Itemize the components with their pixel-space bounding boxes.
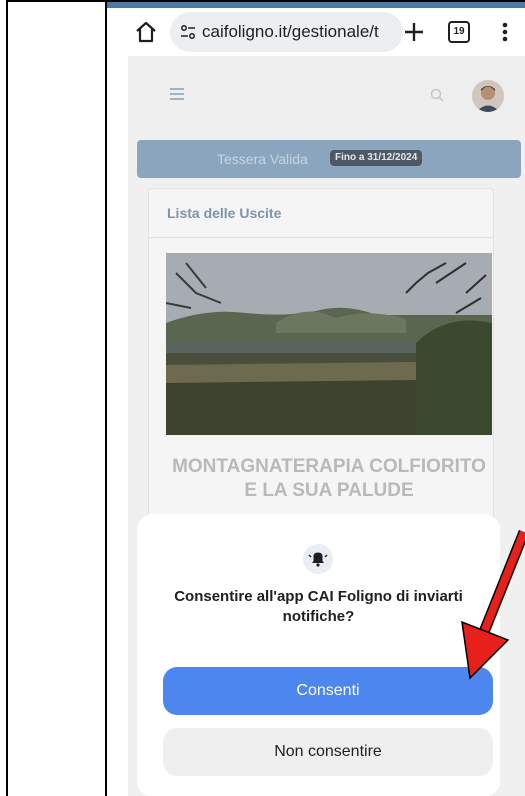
- tab-switcher-icon[interactable]: 19: [448, 21, 470, 43]
- home-icon[interactable]: [134, 20, 158, 44]
- deny-button[interactable]: Non consentire: [163, 728, 493, 776]
- hamburger-menu-icon[interactable]: [170, 88, 184, 100]
- landscape-picture: [166, 253, 492, 435]
- overflow-menu-icon[interactable]: [500, 20, 510, 44]
- membership-expiry-badge: Fino a 31/12/2024: [330, 150, 423, 166]
- membership-banner: Tessera Valida Fino a 31/12/2024: [137, 140, 521, 178]
- membership-status: Tessera Valida: [217, 151, 308, 167]
- site-info-icon[interactable]: [180, 24, 196, 40]
- excursion-title[interactable]: MONTAGNATERAPIA COLFIORITO E LA SUA PALU…: [166, 455, 492, 503]
- document-frame-divider: [105, 0, 107, 796]
- new-tab-plus-icon[interactable]: [402, 20, 426, 44]
- document-frame-left: [6, 0, 8, 796]
- card-title: Lista delle Uscite: [167, 205, 282, 221]
- search-icon[interactable]: [430, 88, 444, 102]
- dialog-message: Consentire all'app CAI Foligno di inviar…: [174, 588, 463, 625]
- user-avatar[interactable]: [472, 80, 504, 112]
- url-text: caifoligno.it/gestionale/t: [202, 22, 379, 41]
- site-app-bar: [128, 56, 525, 128]
- browser-toolbar: caifoligno.it/gestionale/t 19: [128, 8, 525, 56]
- red-annotation-arrow: [461, 529, 525, 680]
- avatar-picture: [472, 80, 504, 112]
- excursion-photo[interactable]: [166, 253, 492, 435]
- address-bar[interactable]: caifoligno.it/gestionale/t: [170, 12, 403, 52]
- bell-icon: [303, 544, 333, 574]
- card-header: Lista delle Uscite: [149, 189, 493, 238]
